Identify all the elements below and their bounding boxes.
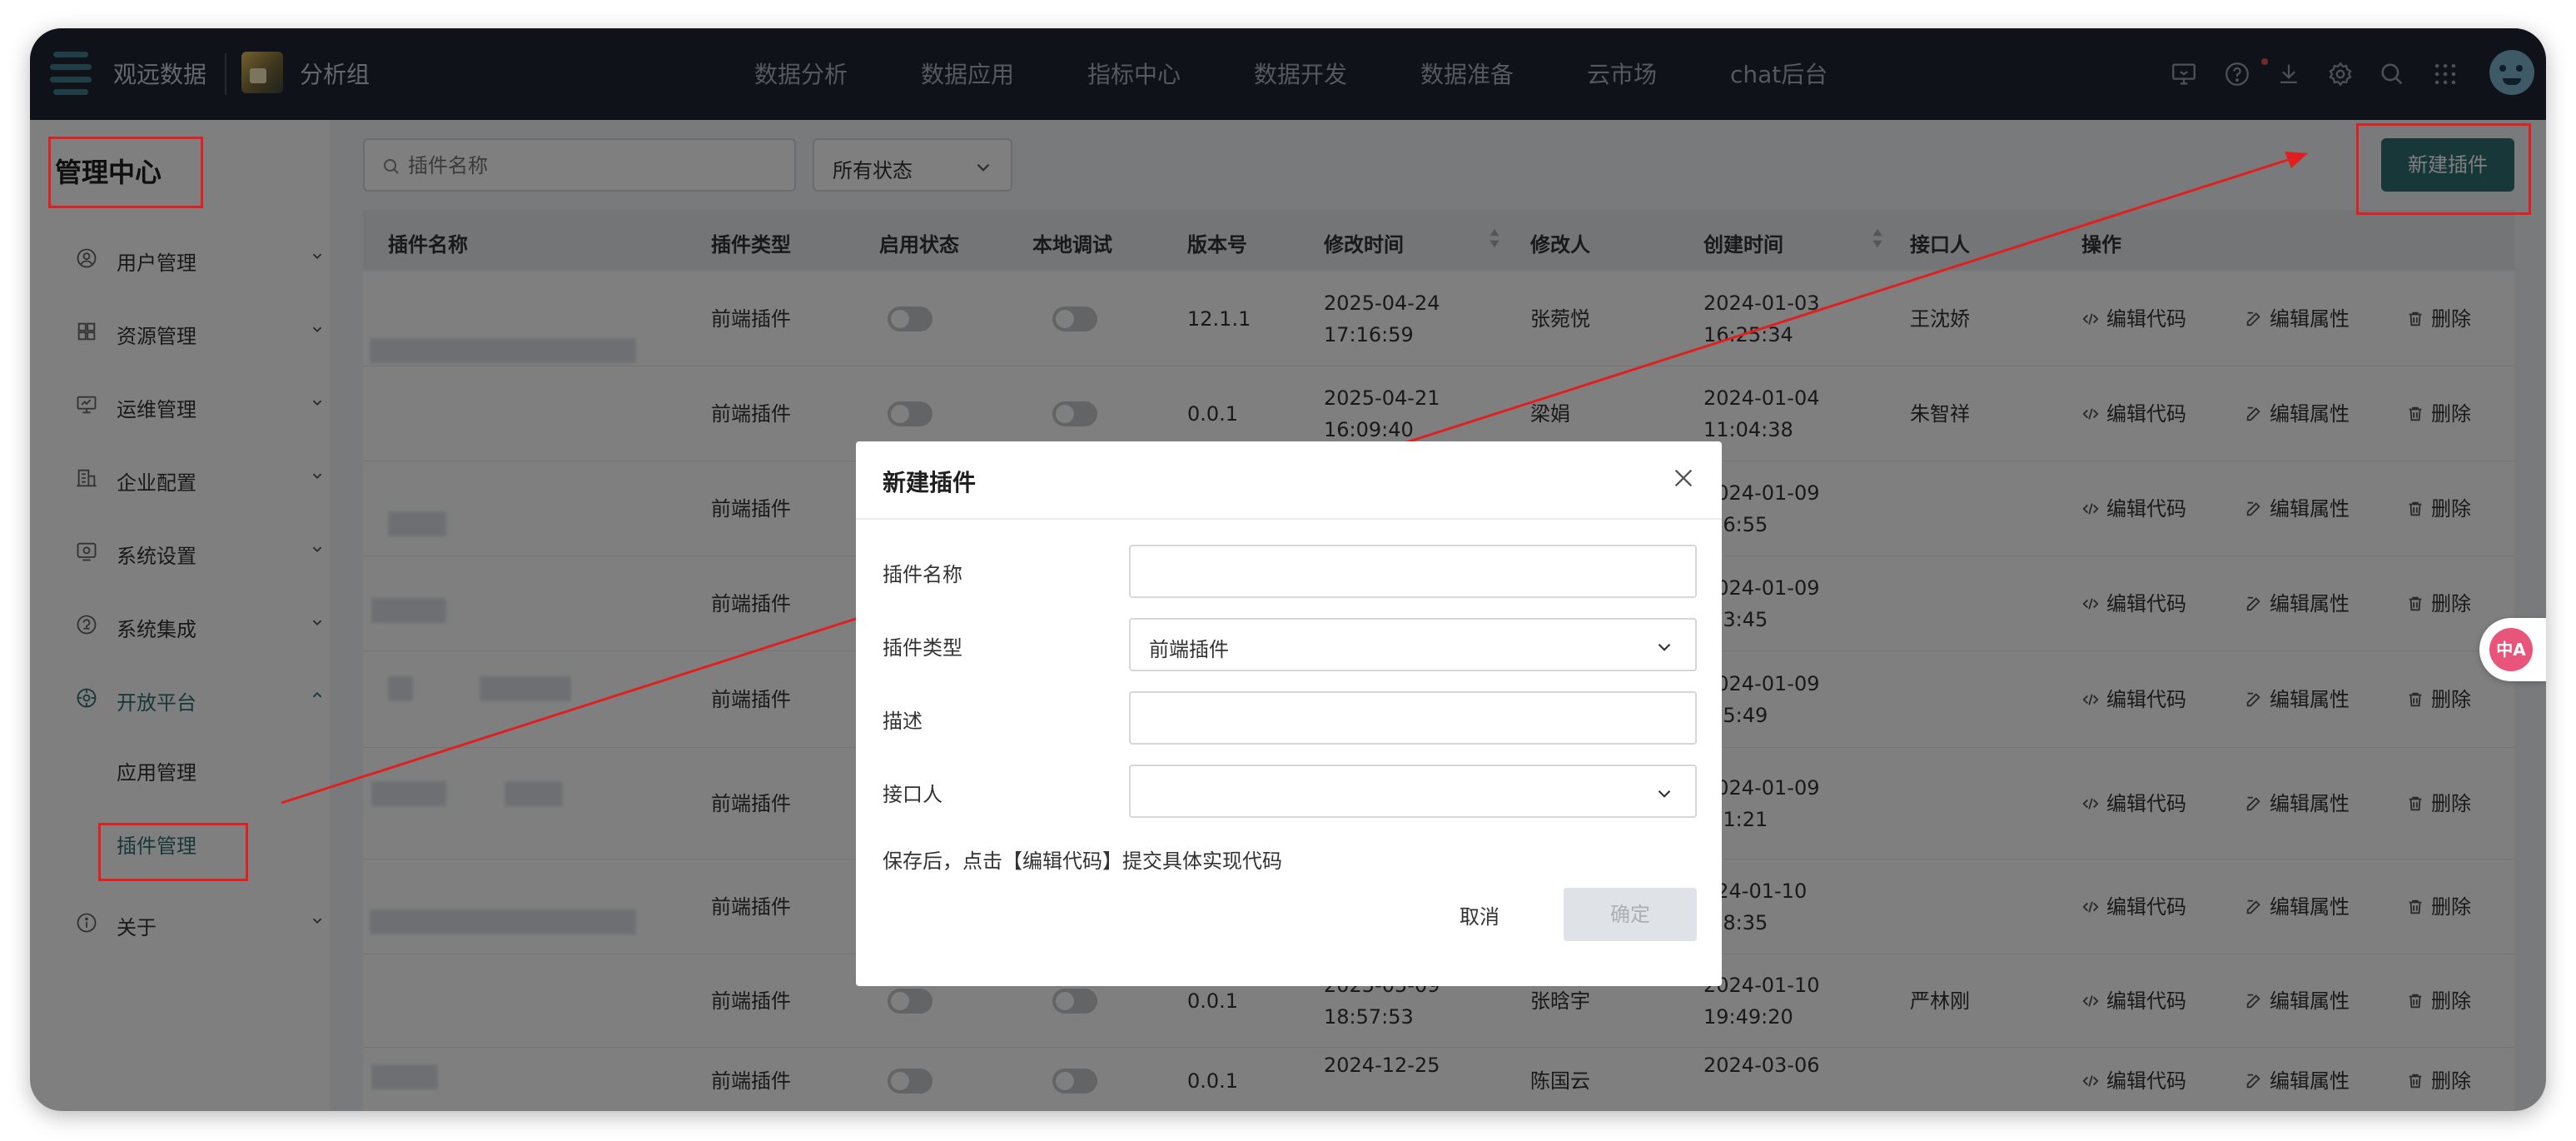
description-label: 描述 [883,710,922,733]
chevron-down-icon [1658,790,1671,798]
dialog-divider [856,518,1722,520]
translate-icon: 中A [2489,628,2533,671]
contact-select[interactable] [1129,765,1697,818]
plugin-name-input[interactable] [1129,545,1697,598]
confirm-button[interactable]: 确定 [1564,888,1697,941]
dialog-hint: 保存后，点击【编辑代码】提交具体实现代码 [883,850,1282,873]
plugin-name-label: 插件名称 [883,563,962,586]
description-input[interactable] [1129,691,1697,745]
cancel-button[interactable]: 取消 [1425,891,1534,943]
plugin-type-value: 前端插件 [1149,638,1229,661]
dialog-title: 新建插件 [883,469,977,496]
plugin-type-label: 插件类型 [883,636,962,660]
chevron-down-icon [1658,643,1671,651]
translate-widget[interactable]: 中A [2479,618,2546,681]
new-plugin-dialog: 新建插件 插件名称 插件类型 前端插件 描述 接口人 保存后，点击【编辑代码】提… [856,441,1722,986]
app-window: 观远数据 分析组 数据分析 数据应用 指标中心 数据开发 数据准备 云市场 ch… [30,28,2546,1111]
plugin-type-select[interactable]: 前端插件 [1129,618,1697,671]
contact-label: 接口人 [883,783,942,806]
close-icon[interactable] [1670,465,1697,491]
